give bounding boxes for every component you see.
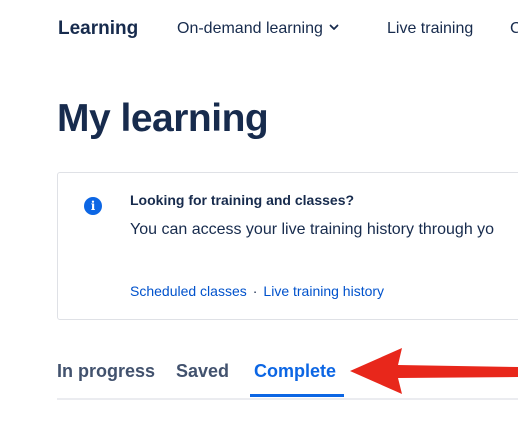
scheduled-classes-link[interactable]: Scheduled classes (130, 283, 247, 299)
active-tab-indicator (250, 394, 344, 397)
nav-on-demand-learning-label: On-demand learning (177, 20, 323, 38)
nav-live-training[interactable]: Live training (387, 20, 473, 38)
chevron-down-icon (329, 18, 339, 36)
info-heading: Looking for training and classes? (130, 192, 355, 208)
nav-on-demand-learning[interactable]: On-demand learning (177, 20, 339, 38)
page: Learning On-demand learning Live trainin… (0, 0, 518, 428)
annotation-arrow (350, 348, 518, 394)
info-body-text: You can access your live training histor… (130, 221, 495, 238)
live-training-history-link[interactable]: Live training history (263, 283, 384, 299)
info-panel: i Looking for training and classes? You … (57, 172, 518, 320)
info-icon: i (84, 197, 102, 215)
brand-title[interactable]: Learning (58, 18, 138, 40)
page-title: My learning (57, 97, 269, 140)
link-separator: · (252, 283, 258, 299)
tab-saved[interactable]: Saved (176, 361, 229, 382)
info-links: Scheduled classes · Live training history (130, 283, 384, 299)
tab-in-progress[interactable]: In progress (57, 361, 155, 382)
tab-complete[interactable]: Complete (254, 361, 336, 382)
top-navigation: Learning On-demand learning Live trainin… (0, 0, 518, 60)
nav-item-clipped[interactable]: C (510, 20, 518, 38)
annotation-arrow-shape (350, 348, 518, 394)
